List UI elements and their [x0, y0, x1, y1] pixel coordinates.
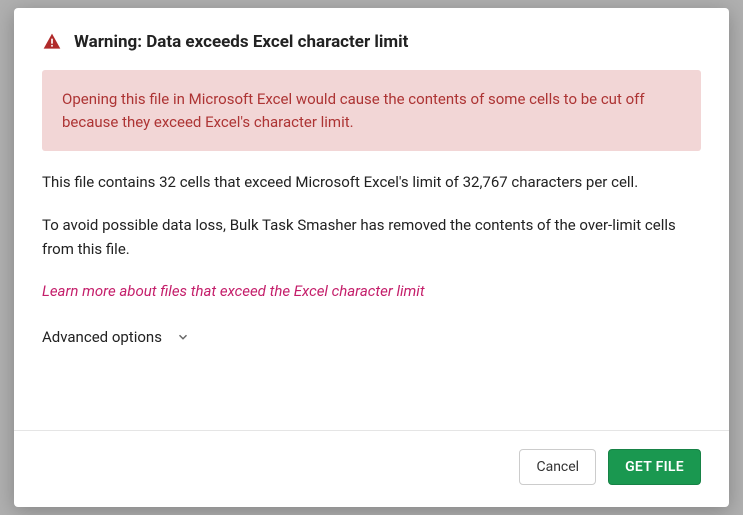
modal-body: Opening this file in Microsoft Excel wou…	[14, 70, 729, 430]
body-paragraph-2: To avoid possible data loss, Bulk Task S…	[42, 214, 701, 261]
modal-header: Warning: Data exceeds Excel character li…	[14, 8, 729, 70]
alert-message: Opening this file in Microsoft Excel wou…	[42, 70, 701, 151]
modal-title: Warning: Data exceeds Excel character li…	[74, 32, 408, 52]
modal-footer: Cancel GET FILE	[14, 430, 729, 507]
warning-triangle-icon	[42, 32, 62, 52]
warning-modal: Warning: Data exceeds Excel character li…	[14, 8, 729, 507]
body-paragraph-1: This file contains 32 cells that exceed …	[42, 171, 701, 194]
chevron-down-icon	[176, 330, 190, 344]
advanced-options-toggle[interactable]: Advanced options	[42, 328, 701, 374]
learn-more-link[interactable]: Learn more about files that exceed the E…	[42, 282, 425, 300]
advanced-options-label: Advanced options	[42, 328, 162, 346]
cancel-button[interactable]: Cancel	[519, 449, 596, 485]
get-file-button[interactable]: GET FILE	[608, 449, 701, 485]
